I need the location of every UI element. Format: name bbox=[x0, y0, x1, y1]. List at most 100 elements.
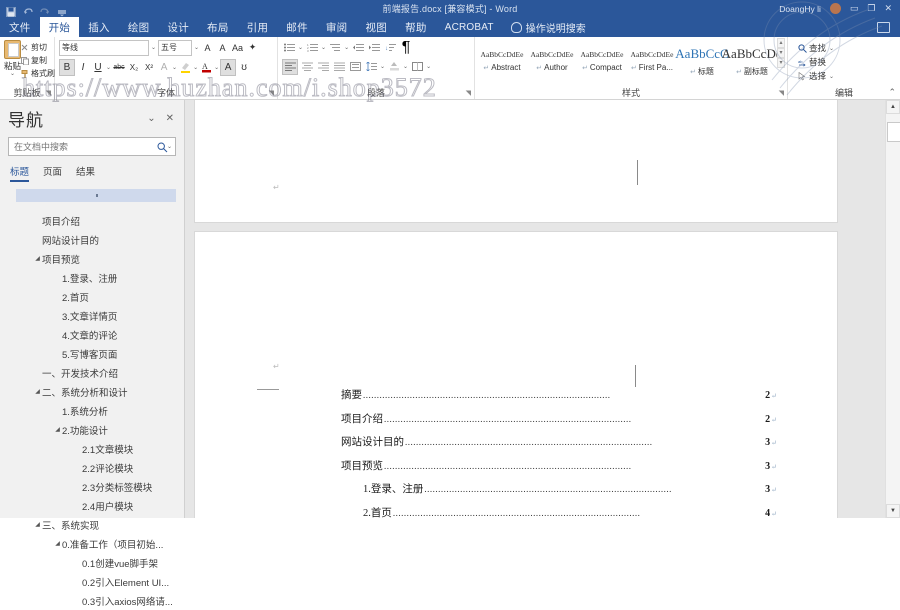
distribute-icon[interactable] bbox=[348, 60, 362, 74]
text-highlight-icon[interactable] bbox=[178, 60, 192, 75]
paragraph-dialog-launcher-icon[interactable]: ◥ bbox=[466, 88, 471, 100]
toc-entry[interactable]: 项目介绍....................................… bbox=[341, 411, 777, 435]
nav-heading-item[interactable]: 3.文章详情页 bbox=[0, 306, 184, 325]
style-Abstract[interactable]: AaBbCcDdEe Abstract bbox=[477, 38, 527, 84]
character-border-icon[interactable]: A bbox=[220, 58, 237, 76]
grow-font-button[interactable]: A bbox=[201, 41, 214, 54]
borders-chevron-icon[interactable]: ⌄ bbox=[426, 63, 431, 70]
font-color-chevron-icon[interactable]: ⌄ bbox=[214, 64, 219, 71]
tab-审阅[interactable]: 审阅 bbox=[317, 17, 357, 37]
align-left-icon[interactable] bbox=[282, 58, 298, 75]
replace-button[interactable]: ab 替换 bbox=[798, 56, 834, 68]
underline-button[interactable]: U bbox=[91, 60, 105, 75]
text-effects-chevron-icon[interactable]: ⌄ bbox=[172, 64, 177, 71]
tab-绘图[interactable]: 绘图 bbox=[119, 17, 159, 37]
highlight-chevron-icon[interactable]: ⌄ bbox=[193, 64, 198, 71]
nav-tab-页面[interactable]: 页面 bbox=[43, 164, 62, 182]
navigation-search[interactable]: ⌄ bbox=[8, 137, 176, 156]
nav-heading-item[interactable]: 2.3分类标签模块 bbox=[0, 477, 184, 496]
toc-entry[interactable]: 摘要......................................… bbox=[341, 387, 777, 411]
undo-icon[interactable] bbox=[23, 4, 33, 14]
search-input[interactable] bbox=[12, 140, 157, 153]
justify-icon[interactable] bbox=[332, 60, 346, 74]
style-副标题[interactable]: AaBbCcDd 副标题 bbox=[722, 38, 783, 84]
shrink-font-button[interactable]: A bbox=[216, 41, 229, 54]
tab-文件[interactable]: 文件 bbox=[0, 17, 40, 37]
shading-chevron-icon[interactable]: ⌄ bbox=[403, 63, 408, 70]
collapse-ribbon-icon[interactable]: ⌃ bbox=[888, 87, 896, 98]
expand-triangle-icon[interactable]: ◢ bbox=[53, 426, 62, 433]
nav-tab-标题[interactable]: 标题 bbox=[10, 164, 30, 182]
multilevel-list-icon[interactable] bbox=[328, 41, 342, 55]
scrollbar-thumb[interactable] bbox=[887, 122, 900, 142]
nav-heading-item[interactable]: 项目介绍 bbox=[0, 211, 184, 230]
nav-heading-item[interactable]: ◢ 2.功能设计 bbox=[0, 420, 184, 439]
toc-entry[interactable]: 网站设计目的..................................… bbox=[341, 434, 777, 458]
nav-heading-item[interactable]: 0.3引入axios网络请... bbox=[0, 591, 184, 610]
nav-heading-item[interactable]: ◢ 0.准备工作（项目初始... bbox=[0, 534, 184, 553]
font-name-chevron-icon[interactable]: ⌄ bbox=[151, 44, 156, 51]
phonetic-guide-icon[interactable]: ʊ bbox=[237, 60, 251, 75]
font-size-chevron-icon[interactable]: ⌄ bbox=[194, 44, 199, 51]
toc-entry[interactable]: 2.首页....................................… bbox=[341, 505, 777, 519]
bullets-icon[interactable] bbox=[282, 41, 296, 55]
close-pane-icon[interactable]: ✕ bbox=[166, 113, 174, 124]
nav-heading-item[interactable]: 1.系统分析 bbox=[0, 401, 184, 420]
pane-options-chevron-icon[interactable]: ⌄ bbox=[147, 113, 155, 124]
nav-heading-item[interactable]: 2.1文章模块 bbox=[0, 439, 184, 458]
align-center-icon[interactable] bbox=[300, 60, 314, 74]
tab-ACROBAT[interactable]: ACROBAT bbox=[436, 17, 503, 37]
numbering-icon[interactable]: 123 bbox=[305, 41, 319, 55]
nav-heading-item[interactable]: ◢ 二、系统分析和设计 bbox=[0, 382, 184, 401]
line-spacing-chevron-icon[interactable]: ⌄ bbox=[380, 63, 385, 70]
nav-heading-item[interactable]: 0.2引入Element UI... bbox=[0, 572, 184, 591]
copy-button[interactable]: 复制 bbox=[21, 55, 55, 66]
superscript-button[interactable]: X² bbox=[142, 60, 156, 75]
format-painter-button[interactable]: 格式刷 bbox=[21, 68, 55, 79]
nav-heading-item[interactable]: 1.登录、注册 bbox=[0, 268, 184, 287]
italic-button[interactable]: I bbox=[76, 60, 90, 75]
styles-gallery-scroll[interactable]: ▴ ▾ ▾ bbox=[777, 37, 785, 69]
close-button[interactable]: ✕ bbox=[884, 4, 892, 13]
nav-heading-item[interactable]: 一、开发技术介绍 bbox=[0, 363, 184, 382]
decrease-indent-icon[interactable] bbox=[351, 41, 365, 55]
align-right-icon[interactable] bbox=[316, 60, 330, 74]
tell-me-box[interactable]: 操作说明搜索 bbox=[503, 17, 594, 37]
avatar[interactable] bbox=[829, 3, 841, 14]
account-name[interactable]: DoangHy li bbox=[779, 4, 821, 14]
paste-button[interactable]: 粘贴 ⌄ bbox=[4, 40, 21, 77]
select-chevron-icon[interactable]: ⌄ bbox=[829, 73, 834, 80]
style-Compact[interactable]: AaBbCcDdEe Compact bbox=[577, 38, 627, 84]
font-size-input[interactable]: 五号 bbox=[158, 39, 193, 56]
nav-heading-item[interactable]: 网站设计目的 bbox=[0, 230, 184, 249]
find-button[interactable]: 查找 ⌄ bbox=[798, 42, 834, 54]
nav-heading-item[interactable]: ◢ 项目预览 bbox=[0, 249, 184, 268]
ribbon-display-options-icon[interactable]: ▭ bbox=[850, 4, 859, 13]
cut-button[interactable]: 剪切 bbox=[21, 42, 55, 53]
nav-heading-item[interactable]: 5.写博客页面 bbox=[0, 344, 184, 363]
scroll-down-button[interactable]: ▼ bbox=[886, 504, 900, 518]
tab-引用[interactable]: 引用 bbox=[238, 17, 278, 37]
clear-formatting-button[interactable]: ✦ bbox=[246, 41, 259, 54]
dialog-launcher-icon[interactable]: ◥ bbox=[46, 88, 51, 100]
tab-邮件[interactable]: 邮件 bbox=[277, 17, 317, 37]
customize-quick-access-icon[interactable] bbox=[57, 4, 67, 16]
vertical-scrollbar[interactable]: ▲ ▼ bbox=[885, 100, 900, 518]
bullets-chevron-icon[interactable]: ⌄ bbox=[298, 44, 303, 51]
expand-triangle-icon[interactable]: ◢ bbox=[53, 540, 62, 547]
table-of-contents[interactable]: 摘要......................................… bbox=[341, 387, 777, 518]
font-color-icon[interactable]: A bbox=[199, 60, 213, 75]
numbering-chevron-icon[interactable]: ⌄ bbox=[321, 44, 326, 51]
tab-视图[interactable]: 视图 bbox=[356, 17, 396, 37]
find-chevron-icon[interactable]: ⌄ bbox=[829, 45, 834, 52]
nav-tab-结果[interactable]: 结果 bbox=[76, 164, 95, 182]
subscript-button[interactable]: X₂ bbox=[127, 60, 141, 75]
underline-chevron-icon[interactable]: ⌄ bbox=[106, 64, 111, 71]
redo-icon[interactable] bbox=[40, 4, 50, 14]
styles-more-icon[interactable]: ▾ bbox=[777, 58, 785, 68]
save-icon[interactable] bbox=[6, 4, 16, 17]
nav-heading-item[interactable]: 4.文章的评论 bbox=[0, 325, 184, 344]
document-page-2[interactable]: ↵ 摘要....................................… bbox=[194, 231, 838, 518]
select-button[interactable]: 选择 ⌄ bbox=[798, 70, 834, 82]
bold-button[interactable]: B bbox=[59, 58, 75, 76]
